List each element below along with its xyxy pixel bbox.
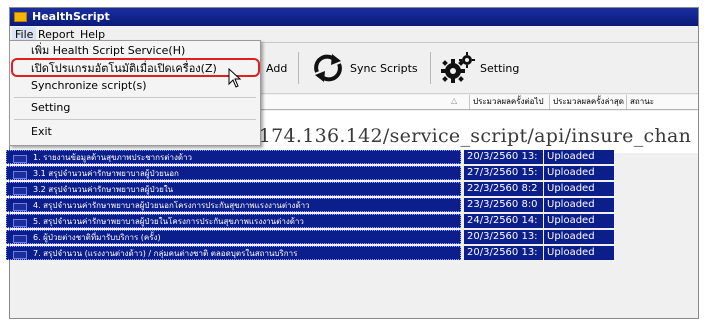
row-last-run: 20/3/2560 13: (464, 150, 543, 164)
window-title: HealthScript (32, 10, 110, 23)
script-icon (13, 219, 27, 227)
column-last-run[interactable]: ประมวลผลครั้งล่าสุด (549, 95, 626, 109)
row-status: Uploaded (544, 198, 614, 212)
script-name: 7. สรุปจำนวน (แรงงานต่างด้าว) / กลุ่มคนต… (33, 249, 298, 258)
add-button[interactable]: Add (266, 52, 287, 84)
row-last-run: 24/3/2560 14: (464, 214, 543, 228)
table-row[interactable]: 1. รายงานข้อมูลด้านสุขภาพประชากรต่างด้าว… (6, 150, 681, 164)
menu-item-exit[interactable]: Exit (10, 123, 260, 141)
row-last-run: 20/3/2560 13: (464, 230, 543, 244)
script-icon (13, 187, 27, 195)
row-status: Uploaded (544, 230, 614, 244)
script-icon (13, 251, 27, 259)
table-row[interactable]: 7. สรุปจำนวน (แรงงานต่างด้าว) / กลุ่มคนต… (6, 246, 681, 260)
table-row[interactable]: 5. สรุปจำนวนค่ารักษาพยาบาลผู้ป่วยในโครงก… (6, 214, 681, 228)
row-status: Uploaded (544, 150, 614, 164)
service-url-text: 8.174.136.142/service_script/api/insure_… (240, 125, 692, 147)
table-row[interactable]: 3.1 สรุปจำนวนค่ารักษาพยาบาลผู้ป่วยนอก 27… (6, 166, 681, 180)
row-status: Uploaded (544, 182, 614, 196)
script-name: 6. ผู้ป่วยต่างชาติที่มารับบริการ (ครั้ง) (33, 233, 161, 242)
script-name: 1. รายงานข้อมูลด้านสุขภาพประชากรต่างด้าว (33, 153, 193, 162)
script-name: 3.1 สรุปจำนวนค่ารักษาพยาบาลผู้ป่วยนอก (33, 169, 179, 178)
menu-item-synchronize[interactable]: Synchronize script(s) (10, 77, 260, 95)
row-name-cell: 4. สรุปจำนวนค่ารักษาพยาบาลผู้ป่วยนอกโครง… (6, 198, 461, 212)
row-last-run: 27/3/2560 15: (464, 166, 543, 180)
column-next-run[interactable]: ประมวลผลครั้งต่อไป (469, 95, 549, 109)
row-last-run: 23/3/2560 8:0 (464, 198, 543, 212)
mouse-cursor-icon (228, 68, 242, 88)
menu-separator (14, 97, 256, 98)
row-name-cell: 3.2 สรุปจำนวนค่ารักษาพยาบาลผู้ป่วยใน (6, 182, 461, 196)
script-icon (13, 235, 27, 243)
app-icon (14, 12, 27, 22)
setting-button[interactable]: Setting (440, 52, 519, 84)
setting-label: Setting (480, 61, 520, 75)
row-last-run: 20/3/2560 13: (464, 246, 543, 260)
script-name: 3.2 สรุปจำนวนค่ารักษาพยาบาลผู้ป่วยใน (33, 185, 174, 194)
script-icon (13, 171, 27, 179)
table-row[interactable]: 3.2 สรุปจำนวนค่ารักษาพยาบาลผู้ป่วยใน 22/… (6, 182, 681, 196)
toolbar-separator (298, 52, 299, 84)
row-last-run: 22/3/2560 8:2 (464, 182, 543, 196)
row-name-cell: 7. สรุปจำนวน (แรงงานต่างด้าว) / กลุ่มคนต… (6, 246, 461, 260)
row-name-cell: 5. สรุปจำนวนค่ารักษาพยาบาลผู้ป่วยในโครงก… (6, 214, 461, 228)
add-button-label: Add (266, 61, 288, 75)
gear-icon (441, 52, 475, 83)
table-row[interactable]: 4. สรุปจำนวนค่ารักษาพยาบาลผู้ป่วยนอกโครง… (6, 198, 681, 212)
column-status[interactable]: สถานะ (626, 95, 698, 109)
sync-scripts-button[interactable]: Sync Scripts (310, 52, 418, 84)
toolbar-separator (430, 52, 431, 84)
row-name-cell: 1. รายงานข้อมูลด้านสุขภาพประชากรต่างด้าว (6, 150, 461, 164)
menu-separator (14, 119, 256, 120)
script-name: 5. สรุปจำนวนค่ารักษาพยาบาลผู้ป่วยในโครงก… (33, 217, 304, 226)
row-status: Uploaded (544, 166, 614, 180)
script-icon (13, 203, 27, 211)
title-bar: HealthScript (10, 8, 698, 26)
script-icon (13, 155, 27, 163)
table-row[interactable]: 6. ผู้ป่วยต่างชาติที่มารับบริการ (ครั้ง)… (6, 230, 681, 244)
row-name-cell: 3.1 สรุปจำนวนค่ารักษาพยาบาลผู้ป่วยนอก (6, 166, 461, 180)
row-name-cell: 6. ผู้ป่วยต่างชาติที่มารับบริการ (ครั้ง) (6, 230, 461, 244)
row-status: Uploaded (544, 246, 614, 260)
file-menu-dropdown: เพิ่ม Health Script Service(H) เปิดโปรแก… (9, 40, 261, 146)
sync-icon (314, 54, 342, 82)
menu-item-setting[interactable]: Setting (10, 99, 260, 117)
sync-scripts-label: Sync Scripts (350, 61, 418, 75)
highlight-annotation (11, 58, 260, 77)
row-status: Uploaded (544, 214, 614, 228)
script-name: 4. สรุปจำนวนค่ารักษาพยาบาลผู้ป่วยนอกโครง… (33, 201, 310, 210)
sort-indicator-icon: △ (451, 96, 458, 105)
